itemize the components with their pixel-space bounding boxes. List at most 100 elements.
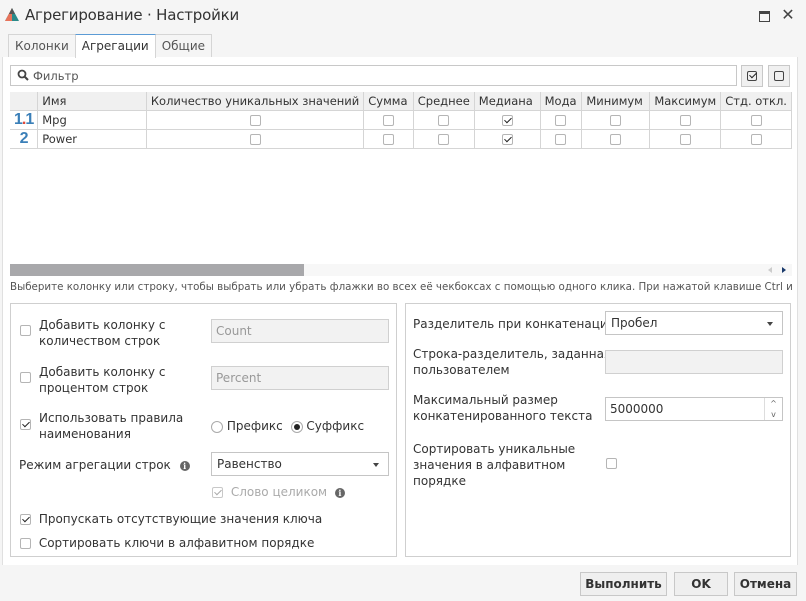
max-checkbox[interactable] bbox=[679, 114, 691, 126]
naming-rules-label-line1: Использовать правила bbox=[39, 411, 184, 425]
chevron-down-icon[interactable]: v bbox=[765, 409, 782, 420]
horizontal-scrollbar[interactable] bbox=[10, 264, 792, 276]
sort-keys-checkbox[interactable] bbox=[20, 538, 31, 549]
cell-max bbox=[649, 129, 722, 149]
skip-missing-label: Пропускать отсутствующие значения ключа bbox=[38, 512, 323, 526]
add-count-label-line2: количеством строк bbox=[39, 334, 161, 348]
sort-unique-label-line2: значения в алфавитном bbox=[413, 458, 566, 472]
percent-column-name-field[interactable]: Percent bbox=[211, 366, 389, 390]
aggregation-mode-label: Режим агрегации строк i bbox=[19, 457, 190, 473]
min-checkbox[interactable] bbox=[610, 114, 622, 126]
max-size-stepper[interactable]: 5000000 ^ v bbox=[605, 397, 783, 421]
filter-input[interactable] bbox=[33, 67, 723, 84]
concat-separator-value: Пробел bbox=[611, 316, 658, 330]
aggregation-mode-value: Равенство bbox=[217, 457, 282, 471]
unique-count-checkbox[interactable] bbox=[249, 133, 261, 145]
aggregation-mode-select[interactable]: Равенство bbox=[211, 452, 389, 476]
tab-aggregations[interactable]: Агрегации bbox=[74, 34, 156, 58]
column-header-sum[interactable]: Сумма bbox=[363, 92, 414, 111]
hint-text: Выберите колонку или строку, чтобы выбра… bbox=[10, 281, 792, 293]
tab-columns[interactable]: Колонки bbox=[8, 34, 76, 57]
integer-type-icon: 2 bbox=[19, 129, 29, 147]
max-checkbox[interactable] bbox=[679, 133, 691, 145]
row-name-cell[interactable]: Mpg bbox=[37, 110, 147, 130]
naming-rules-checkbox[interactable] bbox=[20, 419, 31, 430]
column-header-min[interactable]: Минимум bbox=[581, 92, 651, 111]
scroll-right-icon[interactable] bbox=[782, 267, 786, 273]
cancel-button[interactable]: Отмена bbox=[734, 572, 797, 596]
add-count-checkbox[interactable] bbox=[20, 325, 31, 336]
column-header-mode[interactable]: Мода bbox=[540, 92, 583, 111]
column-header-stddev[interactable]: Стд. откл. bbox=[720, 92, 792, 111]
prefix-radio[interactable] bbox=[211, 420, 223, 433]
sum-checkbox[interactable] bbox=[383, 133, 394, 145]
max-size-value: 5000000 bbox=[610, 402, 664, 416]
cell-sum bbox=[363, 110, 414, 130]
scroll-left-icon[interactable] bbox=[768, 267, 772, 273]
cell-stddev bbox=[720, 110, 792, 130]
check-all-icon bbox=[747, 71, 757, 81]
search-icon bbox=[17, 69, 29, 81]
execute-button[interactable]: Выполнить bbox=[580, 572, 667, 596]
whole-word-checkbox[interactable] bbox=[212, 487, 223, 498]
stddev-checkbox[interactable] bbox=[750, 114, 762, 126]
info-icon[interactable]: i bbox=[179, 461, 190, 471]
table-row[interactable]: 2 Power bbox=[10, 129, 792, 149]
max-size-label-line1: Максимальный размер bbox=[413, 393, 558, 407]
max-size-label: Максимальный размер конкатенированного т… bbox=[413, 392, 593, 424]
cell-unique-count bbox=[146, 110, 365, 130]
uncheck-all-icon bbox=[774, 71, 784, 81]
median-checkbox[interactable] bbox=[501, 114, 513, 126]
info-icon[interactable]: i bbox=[334, 488, 345, 498]
min-checkbox[interactable] bbox=[610, 133, 622, 145]
naming-rules-label: Использовать правила наименования bbox=[39, 410, 183, 442]
scrollbar-thumb[interactable] bbox=[10, 264, 304, 276]
tab-general[interactable]: Общие bbox=[154, 34, 213, 57]
column-header-median[interactable]: Медиана bbox=[474, 92, 541, 111]
concat-separator-select[interactable]: Пробел bbox=[605, 311, 783, 335]
custom-separator-field[interactable] bbox=[605, 350, 783, 374]
suffix-radio[interactable] bbox=[290, 420, 303, 433]
skip-missing-checkbox[interactable] bbox=[20, 514, 31, 525]
naming-rules-label-line2: наименования bbox=[39, 427, 131, 441]
table-row[interactable]: 1.1 Mpg bbox=[10, 110, 792, 130]
cell-sum bbox=[363, 129, 414, 149]
grid-header-row: Имя Количество уникальных значений Сумма… bbox=[10, 92, 792, 111]
cell-median bbox=[474, 129, 541, 149]
count-column-name-field[interactable]: Count bbox=[211, 319, 389, 343]
row-name-cell[interactable]: Power bbox=[37, 129, 147, 149]
close-icon[interactable]: ✕ bbox=[781, 7, 795, 23]
decimal-type-icon: 1.1 bbox=[13, 110, 34, 128]
aggregation-mode-label-text: Режим агрегации строк bbox=[19, 458, 171, 472]
column-header-name[interactable]: Имя bbox=[37, 92, 147, 111]
cell-median bbox=[474, 110, 541, 130]
mean-checkbox[interactable] bbox=[438, 133, 450, 145]
sort-unique-checkbox[interactable] bbox=[606, 458, 617, 469]
max-size-label-line2: конкатенированного текста bbox=[413, 409, 593, 423]
naming-mode-radio-group: Префикс Суффикс bbox=[211, 418, 364, 434]
sum-checkbox[interactable] bbox=[383, 114, 394, 126]
mean-checkbox[interactable] bbox=[438, 114, 450, 126]
ok-button[interactable]: OK bbox=[674, 572, 728, 596]
add-count-label-line1: Добавить колонку с bbox=[39, 318, 166, 332]
median-checkbox[interactable] bbox=[501, 133, 513, 145]
cell-min bbox=[581, 129, 651, 149]
check-all-button[interactable] bbox=[741, 65, 763, 87]
unique-count-checkbox[interactable] bbox=[249, 114, 261, 126]
concat-separator-label: Разделитель при конкатенации bbox=[413, 317, 616, 331]
row-type-cell: 1.1 bbox=[10, 110, 39, 130]
mode-checkbox[interactable] bbox=[555, 114, 567, 126]
column-header-max[interactable]: Максимум bbox=[649, 92, 722, 111]
sort-unique-label: Сортировать уникальные значения в алфави… bbox=[413, 441, 575, 489]
stepper-buttons: ^ v bbox=[764, 398, 782, 420]
mode-checkbox[interactable] bbox=[555, 133, 567, 145]
stddev-checkbox[interactable] bbox=[750, 133, 762, 145]
column-header-mean[interactable]: Среднее bbox=[413, 92, 475, 111]
custom-separator-label: Строка-разделитель, заданная пользовател… bbox=[413, 346, 611, 378]
column-header-unique-count[interactable]: Количество уникальных значений bbox=[146, 92, 365, 111]
maximize-icon[interactable] bbox=[757, 8, 771, 22]
chevron-up-icon[interactable]: ^ bbox=[765, 398, 782, 409]
add-percent-label: Добавить колонку с процентом строк bbox=[39, 364, 165, 396]
uncheck-all-button[interactable] bbox=[768, 65, 790, 87]
add-percent-checkbox[interactable] bbox=[20, 372, 31, 383]
